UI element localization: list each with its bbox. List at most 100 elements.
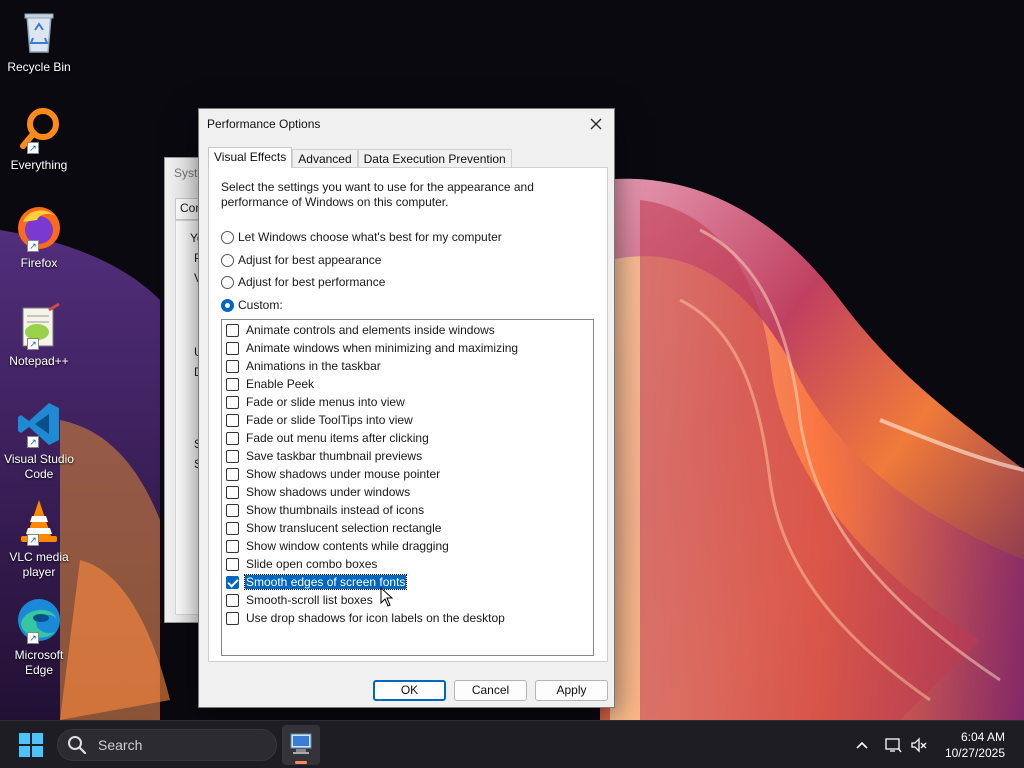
- checkbox[interactable]: [226, 503, 239, 517]
- desktop-icon-recycle-bin[interactable]: Recycle Bin: [2, 8, 76, 75]
- visual-effects-list[interactable]: Animate controls and elements inside win…: [221, 319, 594, 656]
- system-properties-icon: [290, 733, 312, 754]
- effect-option-row[interactable]: Animate controls and elements inside win…: [226, 321, 496, 339]
- option-label: Show translucent selection rectangle: [246, 521, 442, 535]
- desktop-icon-label: Visual Studio Code: [4, 452, 74, 481]
- everything-search-icon: ↗: [15, 106, 63, 154]
- desktop-icon-edge[interactable]: ↗ Microsoft Edge: [2, 596, 76, 678]
- recycle-bin-icon: [15, 8, 63, 56]
- search-icon: [66, 734, 88, 756]
- checkbox[interactable]: [226, 359, 239, 373]
- radio-button[interactable]: [221, 253, 234, 267]
- effect-option-row[interactable]: Animations in the taskbar: [226, 357, 382, 375]
- effect-option-row[interactable]: Use drop shadows for icon labels on the …: [226, 609, 506, 627]
- desktop-icon-firefox[interactable]: ↗ Firefox: [2, 204, 76, 271]
- option-label: Show shadows under mouse pointer: [246, 467, 441, 481]
- checkbox[interactable]: [226, 377, 239, 391]
- checkbox[interactable]: [226, 539, 239, 553]
- effect-option-row[interactable]: Show shadows under mouse pointer: [226, 465, 441, 483]
- checkbox[interactable]: [226, 449, 239, 463]
- radio-custom[interactable]: Custom:: [221, 296, 283, 314]
- checkbox[interactable]: [226, 413, 239, 427]
- ok-button[interactable]: OK: [373, 680, 446, 701]
- effect-option-row[interactable]: Fade or slide menus into view: [226, 393, 406, 411]
- shortcut-arrow-icon: ↗: [27, 240, 39, 252]
- effect-option-row[interactable]: Enable Peek: [226, 375, 315, 393]
- vlc-icon: ↗: [15, 498, 63, 546]
- close-button[interactable]: [582, 112, 610, 136]
- cancel-button[interactable]: Cancel: [454, 680, 527, 701]
- option-label: Show window contents while dragging: [246, 539, 449, 553]
- option-label: Use drop shadows for icon labels on the …: [246, 611, 505, 625]
- visual-effects-panel: Select the settings you want to use for …: [208, 167, 608, 662]
- radio-label: Adjust for best appearance: [238, 253, 382, 267]
- checkbox[interactable]: [226, 521, 239, 535]
- option-label: Animate controls and elements inside win…: [246, 323, 495, 337]
- effect-option-row[interactable]: Show shadows under windows: [226, 483, 411, 501]
- mouse-pointer-icon: [380, 587, 394, 607]
- show-hidden-icons-chevron-icon[interactable]: [852, 735, 872, 755]
- effect-option-row[interactable]: Show translucent selection rectangle: [226, 519, 442, 537]
- firefox-icon: ↗: [15, 204, 63, 252]
- option-label: Fade out menu items after clicking: [246, 431, 429, 445]
- radio-let-windows-choose[interactable]: Let Windows choose what's best for my co…: [221, 228, 502, 246]
- apply-button[interactable]: Apply: [535, 680, 608, 701]
- vscode-icon: ↗: [15, 400, 63, 448]
- search-placeholder: Search: [98, 737, 143, 753]
- desktop-icon-notepad-plus-plus[interactable]: ↗ Notepad++: [2, 302, 76, 369]
- radio-label: Custom:: [238, 298, 283, 312]
- desktop-icon-label: Recycle Bin: [7, 60, 71, 74]
- volume-muted-icon[interactable]: [909, 735, 929, 755]
- tab-strip: Visual Effects Advanced Data Execution P…: [208, 147, 512, 169]
- effect-option-row[interactable]: Show window contents while dragging: [226, 537, 450, 555]
- network-icon[interactable]: [883, 735, 903, 755]
- checkbox[interactable]: [226, 467, 239, 481]
- desktop-icon-label: Notepad++: [9, 354, 69, 368]
- performance-options-dialog[interactable]: Performance Options Visual Effects Advan…: [198, 108, 615, 708]
- desktop-icon-everything[interactable]: ↗ Everything: [2, 106, 76, 173]
- option-label: Show shadows under windows: [246, 485, 411, 499]
- checkbox[interactable]: [226, 323, 239, 337]
- checkbox[interactable]: [226, 431, 239, 445]
- edge-icon: ↗: [15, 596, 63, 644]
- radio-label: Adjust for best performance: [238, 275, 386, 289]
- radio-best-appearance[interactable]: Adjust for best appearance: [221, 251, 381, 269]
- effect-option-row[interactable]: Smooth-scroll list boxes: [226, 591, 374, 609]
- dialog-title: Performance Options: [207, 117, 321, 131]
- checkbox[interactable]: [226, 485, 239, 499]
- radio-button[interactable]: [221, 298, 234, 312]
- option-label: Enable Peek: [246, 377, 315, 391]
- radio-button[interactable]: [221, 275, 234, 289]
- checkbox[interactable]: [226, 611, 239, 625]
- checkbox[interactable]: [226, 395, 239, 409]
- option-label: Animations in the taskbar: [246, 359, 381, 373]
- tab-visual-effects[interactable]: Visual Effects: [208, 147, 293, 168]
- checkbox[interactable]: [226, 575, 239, 589]
- effect-option-row[interactable]: Show thumbnails instead of icons: [226, 501, 425, 519]
- effect-option-row[interactable]: Fade or slide ToolTips into view: [226, 411, 414, 429]
- tab-advanced[interactable]: Advanced: [292, 149, 358, 169]
- effect-option-row[interactable]: Animate windows when minimizing and maxi…: [226, 339, 519, 357]
- option-label: Smooth-scroll list boxes: [246, 593, 373, 607]
- option-label: Slide open combo boxes: [246, 557, 378, 571]
- radio-button[interactable]: [221, 230, 234, 244]
- effect-option-row[interactable]: Slide open combo boxes: [226, 555, 378, 573]
- description-text: Select the settings you want to use for …: [221, 180, 534, 209]
- option-label: Fade or slide ToolTips into view: [246, 413, 413, 427]
- checkbox[interactable]: [226, 593, 239, 607]
- desktop-icon-vscode[interactable]: ↗ Visual Studio Code: [2, 400, 76, 482]
- taskbar-app-system-properties[interactable]: [282, 725, 320, 765]
- option-label: Show thumbnails instead of icons: [246, 503, 425, 517]
- start-button[interactable]: [19, 733, 43, 757]
- tab-data-execution-prevention[interactable]: Data Execution Prevention: [357, 149, 512, 169]
- effect-option-row[interactable]: Save taskbar thumbnail previews: [226, 447, 423, 465]
- checkbox[interactable]: [226, 557, 239, 571]
- taskbar-clock[interactable]: 6:04 AM 10/27/2025: [945, 729, 1005, 761]
- shortcut-arrow-icon: ↗: [27, 632, 39, 644]
- effect-option-row[interactable]: Fade out menu items after clicking: [226, 429, 430, 447]
- checkbox[interactable]: [226, 341, 239, 355]
- radio-best-performance[interactable]: Adjust for best performance: [221, 273, 385, 291]
- desktop-icon-label: VLC media player: [9, 550, 69, 579]
- taskbar-search-box[interactable]: Search: [57, 729, 277, 761]
- desktop-icon-vlc[interactable]: ↗ VLC media player: [2, 498, 76, 580]
